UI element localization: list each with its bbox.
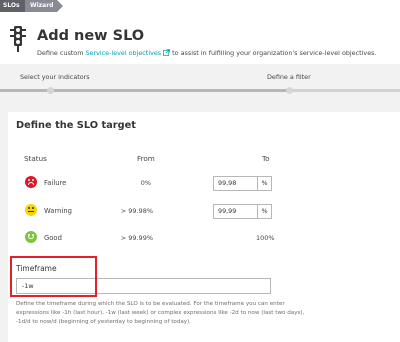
wizard-steps: Select your indicators Define a filter: [0, 64, 400, 105]
header-status: Status: [24, 154, 47, 163]
warning-from: > 99.98%: [120, 207, 153, 215]
page-header: Add new SLO Define custom Service-level …: [0, 12, 400, 64]
good-to-value: 100%: [256, 234, 275, 242]
warning-to-unit: %: [258, 204, 272, 219]
header-from: From: [137, 154, 155, 163]
timeframe-help-text: Define the timeframe during which the SL…: [16, 301, 305, 325]
failure-to-unit: %: [258, 176, 272, 191]
traffic-light-icon: [10, 26, 26, 52]
failure-from: 0%: [140, 179, 151, 187]
slo-docs-link[interactable]: Service-level objectives: [85, 49, 161, 57]
step-define-filter[interactable]: Define a filter: [267, 73, 311, 81]
timeframe-highlight-box: [10, 256, 97, 297]
warning-to-input[interactable]: 99,99: [213, 204, 258, 219]
failure-label: Failure: [44, 179, 67, 187]
breadcrumb-wizard[interactable]: Wizard: [25, 0, 63, 12]
header-to: To: [262, 154, 270, 163]
good-status-icon: [25, 231, 37, 243]
warning-status-icon: [25, 204, 37, 216]
failure-status-icon: [25, 176, 37, 188]
warning-label: Warning: [44, 207, 72, 215]
breadcrumb-slos[interactable]: SLOs: [0, 0, 26, 12]
wizard-progress-track: [0, 89, 400, 92]
good-label: Good: [44, 234, 62, 242]
wizard-progress-fill: [0, 89, 288, 92]
section-title: Define the SLO target: [16, 120, 136, 131]
failure-to-input[interactable]: 99,98: [213, 176, 258, 191]
step-dot-filter[interactable]: [286, 87, 293, 94]
step-select-indicators[interactable]: Select your indicators: [20, 73, 90, 81]
step-dot-indicators[interactable]: [47, 87, 54, 94]
good-from: > 99.99%: [120, 234, 153, 242]
page-subtitle: Define custom Service-level objectives t…: [37, 49, 377, 57]
breadcrumb: SLOs Wizard: [0, 0, 400, 12]
page-title: Add new SLO: [37, 28, 145, 44]
